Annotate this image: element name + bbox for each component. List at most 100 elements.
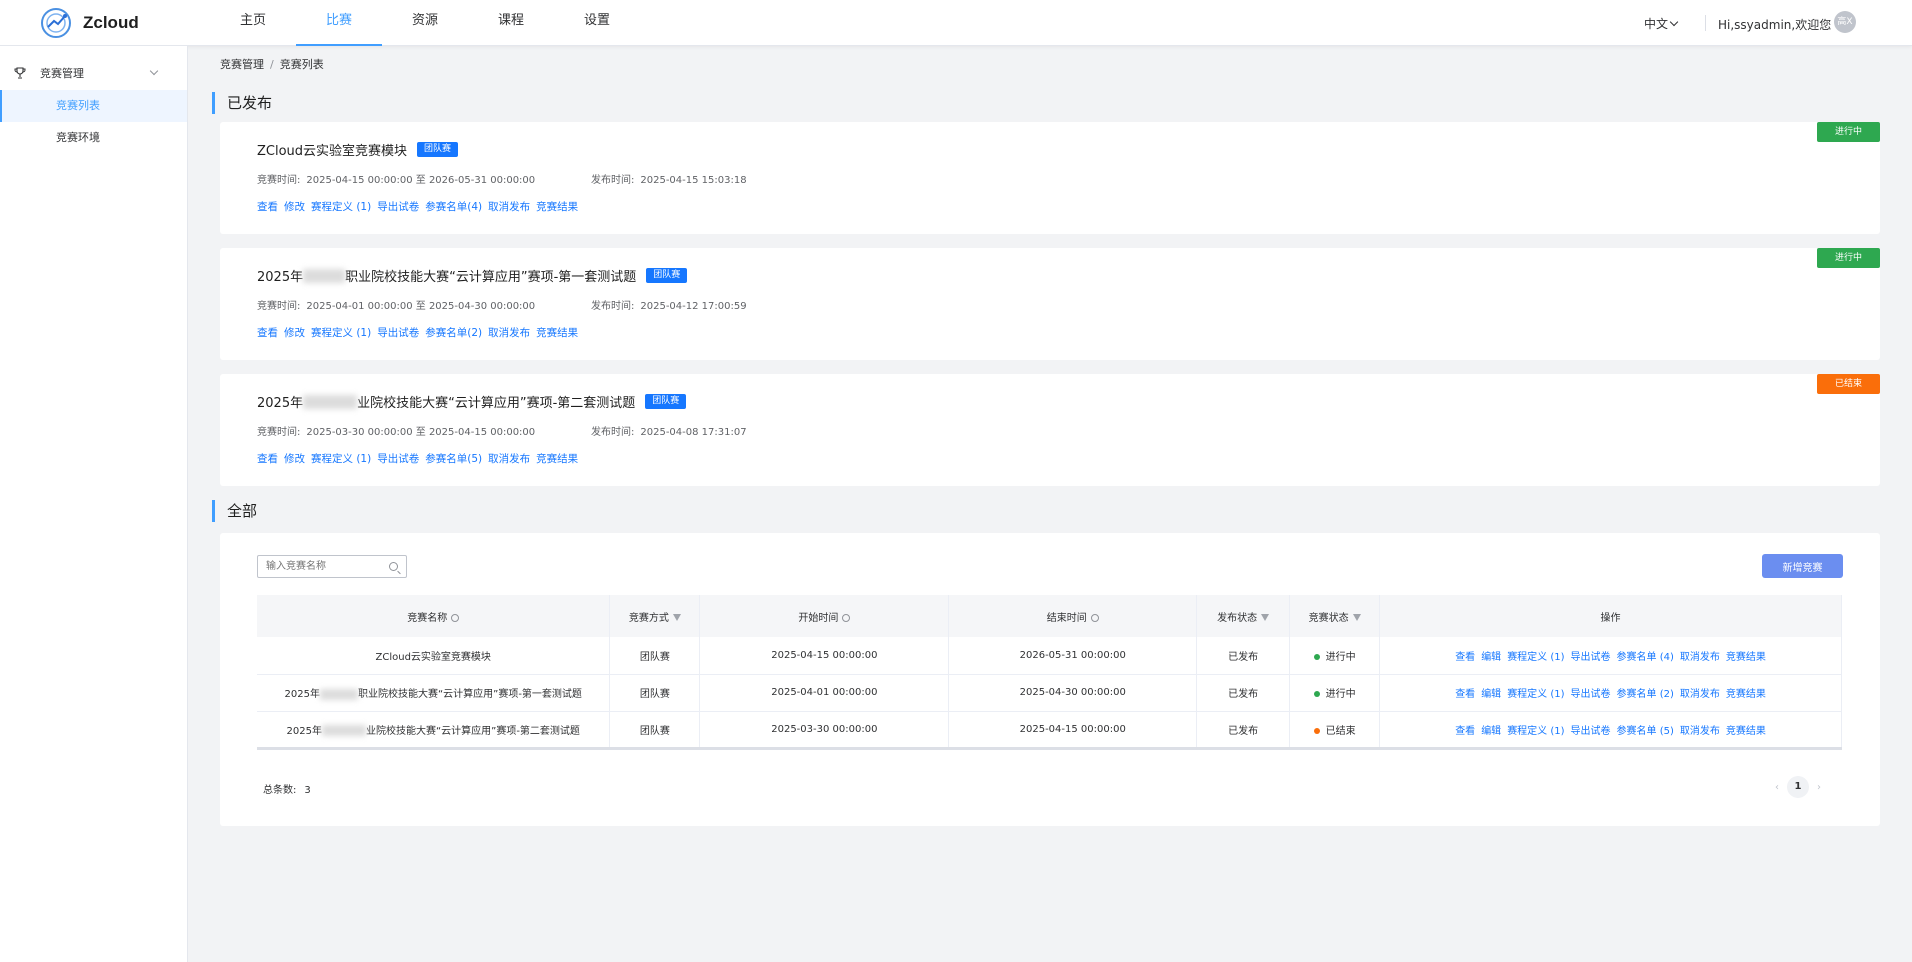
published-card: 2025年 职业院校技能大赛“云计算应用”赛项-第一套测试题 团队赛 竞赛时间: 20…	[220, 248, 1880, 360]
search-icon[interactable]	[389, 562, 398, 571]
sidebar-item-competition-env[interactable]: 竞赛环境	[0, 122, 187, 154]
sort-icon[interactable]	[1090, 613, 1099, 622]
nav-competition[interactable]: 比赛	[296, 0, 382, 46]
sidebar-item-competition-list[interactable]: 竞赛列表	[0, 90, 187, 122]
view-link[interactable]: 查看	[1455, 652, 1475, 663]
col-header-start[interactable]: 开始时间	[699, 595, 950, 637]
status-dot	[1313, 727, 1320, 734]
logo[interactable]: Zcloud	[38, 5, 139, 41]
participants-link[interactable]: 参赛名单 (2)	[1617, 689, 1674, 700]
export-link[interactable]: 导出试卷	[1571, 689, 1611, 700]
export-link[interactable]: 导出试卷	[1571, 652, 1611, 663]
edit-link[interactable]: 编辑	[1481, 652, 1501, 663]
sort-icon[interactable]	[842, 613, 851, 622]
export-link[interactable]: 导出试卷	[377, 325, 419, 340]
add-competition-button[interactable]: 新增竞赛	[1762, 554, 1843, 578]
unpublish-link[interactable]: 取消发布	[488, 325, 530, 340]
unpublish-link[interactable]: 取消发布	[488, 199, 530, 214]
card-meta: 竞赛时间: 2025-04-01 00:00:00 至 2025-04-30 00…	[257, 297, 747, 312]
sort-icon[interactable]	[451, 613, 460, 622]
results-link[interactable]: 竞赛结果	[1726, 726, 1766, 737]
edit-link[interactable]: 编辑	[1481, 726, 1501, 737]
breadcrumb-item[interactable]: 竞赛管理	[220, 58, 264, 71]
cell-start: 2025-04-15 00:00:00	[699, 637, 950, 675]
edit-link[interactable]: 修改	[284, 451, 305, 466]
cell-end: 2026-05-31 00:00:00	[948, 637, 1198, 675]
unpublish-link[interactable]: 取消发布	[488, 451, 530, 466]
cell-end: 2025-04-15 00:00:00	[948, 711, 1198, 750]
published-card: ZCloud云实验室竞赛模块 团队赛 竞赛时间: 2025-04-15 00:00:…	[220, 122, 1880, 234]
export-link[interactable]: 导出试卷	[377, 199, 419, 214]
col-header-label: 竞赛状态	[1308, 612, 1349, 624]
participants-link[interactable]: 参赛名单 (5)	[1617, 726, 1674, 737]
schedule-link[interactable]: 赛程定义 (1)	[311, 451, 371, 466]
sidebar: 竞赛管理 竞赛列表 竞赛环境	[0, 46, 188, 962]
view-link[interactable]: 查看	[257, 199, 278, 214]
schedule-link[interactable]: 赛程定义 (1)	[1507, 652, 1564, 663]
publish-time: 发布时间: 2025-04-08 17:31:07	[591, 423, 747, 438]
filter-icon[interactable]	[1261, 614, 1270, 621]
publish-time: 发布时间: 2025-04-15 15:03:18	[591, 171, 747, 186]
nav-resources[interactable]: 资源	[382, 0, 468, 46]
view-link[interactable]: 查看	[1455, 726, 1475, 737]
col-header-name[interactable]: 竞赛名称	[257, 595, 611, 637]
col-header-mode[interactable]: 竞赛方式	[609, 595, 701, 637]
unpublish-link[interactable]: 取消发布	[1680, 652, 1720, 663]
col-header-publish-status[interactable]: 发布状态	[1196, 595, 1291, 637]
filter-icon[interactable]	[1352, 614, 1361, 621]
schedule-link[interactable]: 赛程定义 (1)	[311, 325, 371, 340]
publish-label: 发布时间:	[591, 175, 635, 186]
schedule-link[interactable]: 赛程定义 (1)	[311, 199, 371, 214]
results-link[interactable]: 竞赛结果	[1726, 652, 1766, 663]
language-selector[interactable]: 中文	[1644, 15, 1679, 32]
results-link[interactable]: 竞赛结果	[536, 325, 578, 340]
unpublish-link[interactable]: 取消发布	[1680, 689, 1720, 700]
top-bar: Zcloud 主页 比赛 资源 课程 设置 中文 Hi,ssyadmin,欢迎您…	[0, 0, 1912, 46]
page-number[interactable]: 1	[1787, 776, 1809, 798]
unpublish-link[interactable]: 取消发布	[1680, 726, 1720, 737]
view-link[interactable]: 查看	[257, 451, 278, 466]
export-link[interactable]: 导出试卷	[377, 451, 419, 466]
prev-page-icon[interactable]: ‹	[1775, 782, 1779, 793]
participants-link[interactable]: 参赛名单(2)	[425, 325, 482, 340]
nav-settings[interactable]: 设置	[554, 0, 640, 46]
card-actions: 查看 修改 赛程定义 (1) 导出试卷 参赛名单(2) 取消发布 竞赛结果	[257, 325, 578, 340]
filter-icon[interactable]	[672, 614, 681, 621]
results-link[interactable]: 竞赛结果	[536, 451, 578, 466]
schedule-link[interactable]: 赛程定义 (1)	[1507, 726, 1564, 737]
cell-mode: 团队赛	[609, 674, 701, 712]
team-tag: 团队赛	[645, 394, 687, 409]
col-header-label: 竞赛名称	[407, 612, 448, 624]
card-title-text: ZCloud云实验室竞赛模块	[257, 144, 408, 159]
avatar[interactable]: 高X	[1834, 11, 1856, 33]
next-page-icon[interactable]: ›	[1817, 782, 1821, 793]
cell-start: 2025-03-30 00:00:00	[699, 711, 950, 750]
col-header-label: 竞赛方式	[628, 612, 669, 624]
cell-name-prefix: 2025年	[284, 689, 320, 700]
participants-link[interactable]: 参赛名单 (4)	[1617, 652, 1674, 663]
search-box	[257, 555, 407, 578]
card-title: ZCloud云实验室竞赛模块 团队赛	[257, 140, 459, 159]
time-value: 2025-04-15 00:00:00 至 2026-05-31 00:00:0…	[306, 175, 536, 186]
view-link[interactable]: 查看	[1455, 689, 1475, 700]
nav-courses[interactable]: 课程	[468, 0, 554, 46]
chevron-down-icon	[149, 66, 159, 76]
team-tag: 团队赛	[646, 268, 688, 283]
edit-link[interactable]: 编辑	[1481, 689, 1501, 700]
user-greeting: Hi,ssyadmin,欢迎您	[1718, 18, 1832, 32]
edit-link[interactable]: 修改	[284, 199, 305, 214]
edit-link[interactable]: 修改	[284, 325, 305, 340]
results-link[interactable]: 竞赛结果	[1726, 689, 1766, 700]
view-link[interactable]: 查看	[257, 325, 278, 340]
cell-competition-status: 已结束	[1289, 711, 1381, 750]
nav-home[interactable]: 主页	[210, 0, 296, 46]
sidebar-group-competition-management[interactable]: 竞赛管理	[0, 56, 187, 90]
col-header-competition-status[interactable]: 竞赛状态	[1289, 595, 1381, 637]
search-input[interactable]	[258, 556, 378, 577]
results-link[interactable]: 竞赛结果	[536, 199, 578, 214]
participants-link[interactable]: 参赛名单(5)	[425, 451, 482, 466]
col-header-end[interactable]: 结束时间	[948, 595, 1198, 637]
schedule-link[interactable]: 赛程定义 (1)	[1507, 689, 1564, 700]
participants-link[interactable]: 参赛名单(4)	[425, 199, 482, 214]
export-link[interactable]: 导出试卷	[1571, 726, 1611, 737]
